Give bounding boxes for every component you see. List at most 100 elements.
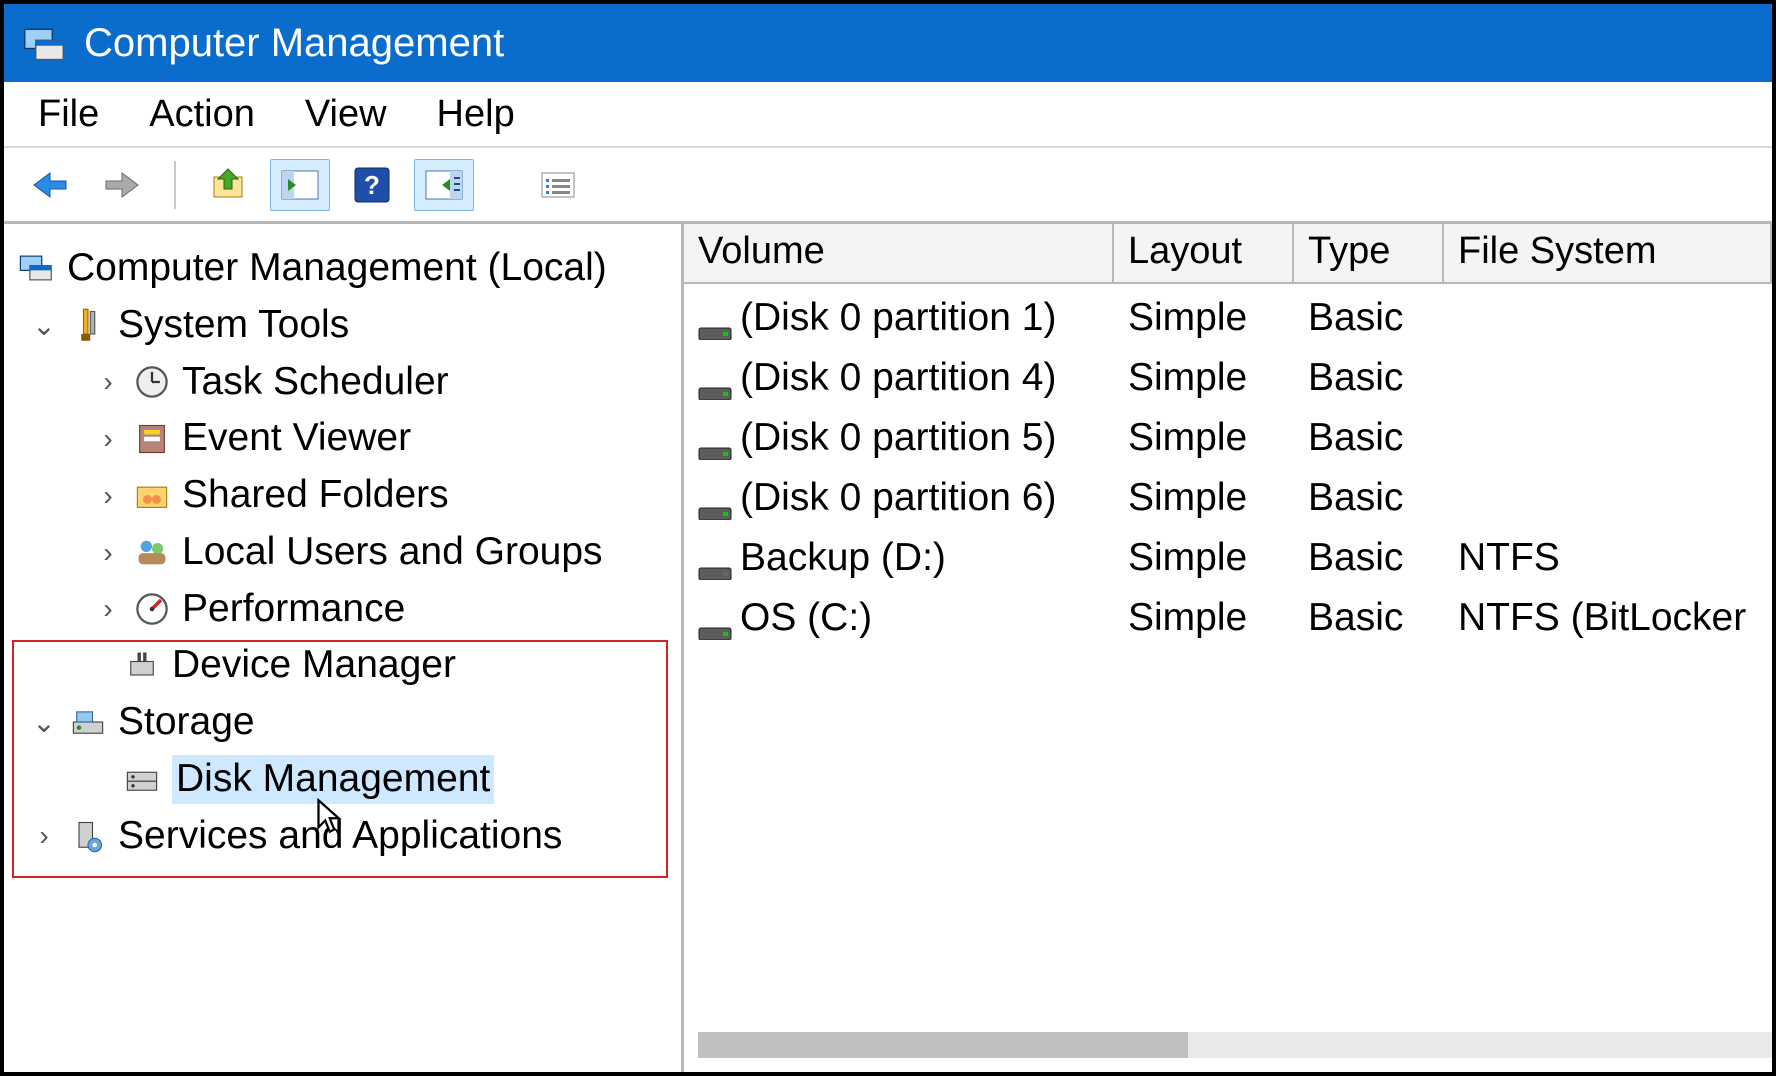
event-viewer-icon	[132, 419, 172, 459]
disk-icon	[698, 610, 732, 630]
volume-row[interactable]: (Disk 0 partition 5) SimpleBasic	[684, 408, 1772, 468]
tree-system-tools[interactable]: ⌄ System Tools	[12, 297, 681, 354]
col-filesystem[interactable]: File System	[1444, 224, 1772, 284]
titlebar[interactable]: Computer Management	[4, 4, 1772, 82]
scrollbar-thumb[interactable]	[698, 1032, 1188, 1058]
volume-type: Basic	[1294, 296, 1444, 340]
app-window: Computer Management File Action View Hel…	[0, 0, 1776, 1076]
forward-button[interactable]	[92, 159, 152, 211]
chevron-right-icon[interactable]: ›	[30, 818, 58, 853]
volume-name: (Disk 0 partition 4)	[740, 356, 1056, 399]
disk-management-icon	[122, 759, 162, 799]
properties-button[interactable]	[528, 159, 588, 211]
volume-row[interactable]: (Disk 0 partition 6) SimpleBasic	[684, 468, 1772, 528]
volumes-header: Volume Layout Type File System	[684, 224, 1772, 284]
volume-filesystem: NTFS (BitLocker	[1444, 596, 1772, 640]
toolbar-separator	[174, 161, 176, 209]
menubar: File Action View Help	[4, 82, 1772, 148]
volume-type: Basic	[1294, 536, 1444, 580]
back-button[interactable]	[20, 159, 80, 211]
device-manager-icon	[122, 646, 162, 686]
menu-help[interactable]: Help	[437, 93, 515, 136]
volume-layout: Simple	[1114, 536, 1294, 580]
volume-layout: Simple	[1114, 296, 1294, 340]
volume-type: Basic	[1294, 596, 1444, 640]
shared-folders-icon	[132, 475, 172, 515]
storage-icon	[68, 702, 108, 742]
tree-shared-folders[interactable]: › Shared Folders	[12, 467, 681, 524]
volume-type: Basic	[1294, 476, 1444, 520]
volume-row[interactable]: (Disk 0 partition 4) SimpleBasic	[684, 348, 1772, 408]
volume-layout: Simple	[1114, 476, 1294, 520]
services-icon	[68, 816, 108, 856]
tree-services-apps-label: Services and Applications	[118, 812, 562, 861]
disk-icon	[698, 370, 732, 390]
chevron-right-icon[interactable]: ›	[94, 364, 122, 399]
tree-system-tools-label: System Tools	[118, 301, 349, 350]
tree-local-users-label: Local Users and Groups	[182, 528, 603, 577]
tree-device-manager-label: Device Manager	[172, 641, 456, 690]
menu-file[interactable]: File	[38, 93, 99, 136]
volume-name: Backup (D:)	[740, 536, 946, 579]
tree-root-label: Computer Management (Local)	[67, 244, 607, 293]
tree-services-apps[interactable]: › Services and Applications	[12, 808, 681, 865]
volume-layout: Simple	[1114, 416, 1294, 460]
chevron-down-icon[interactable]: ⌄	[30, 705, 58, 740]
chevron-down-icon[interactable]: ⌄	[30, 308, 58, 343]
app-icon	[22, 21, 66, 65]
volume-name: (Disk 0 partition 6)	[740, 476, 1056, 519]
volume-row[interactable]: Backup (D:) SimpleBasicNTFS	[684, 528, 1772, 588]
chevron-right-icon[interactable]: ›	[94, 421, 122, 456]
volume-layout: Simple	[1114, 356, 1294, 400]
volumes-body[interactable]: (Disk 0 partition 1)SimpleBasic(Disk 0 p…	[684, 284, 1772, 1072]
show-hide-action-pane-button[interactable]	[414, 159, 474, 211]
col-type[interactable]: Type	[1294, 224, 1444, 284]
volume-name: (Disk 0 partition 5)	[740, 416, 1056, 459]
tree-device-manager[interactable]: Device Manager	[12, 637, 681, 694]
volume-row[interactable]: (Disk 0 partition 1) SimpleBasic	[684, 288, 1772, 348]
chevron-right-icon[interactable]: ›	[94, 591, 122, 626]
users-icon	[132, 532, 172, 572]
svg-text:?: ?	[364, 170, 380, 200]
tree-task-scheduler[interactable]: › Task Scheduler	[12, 354, 681, 411]
tree-event-viewer-label: Event Viewer	[182, 414, 411, 463]
disk-icon	[698, 430, 732, 450]
chevron-right-icon[interactable]: ›	[94, 478, 122, 513]
tree-pane[interactable]: Computer Management (Local) ⌄ System Too…	[4, 224, 684, 1072]
tree-performance-label: Performance	[182, 585, 405, 634]
volume-name: OS (C:)	[740, 596, 872, 639]
menu-action[interactable]: Action	[149, 93, 255, 136]
tree-disk-management[interactable]: Disk Management	[12, 751, 681, 808]
tree-performance[interactable]: › Performance	[12, 581, 681, 638]
computer-icon	[17, 248, 57, 288]
main-body: Computer Management (Local) ⌄ System Too…	[4, 224, 1772, 1072]
menu-view[interactable]: View	[305, 93, 387, 136]
tools-icon	[68, 305, 108, 345]
tree-disk-management-label: Disk Management	[172, 755, 494, 804]
up-button[interactable]	[198, 159, 258, 211]
tree-event-viewer[interactable]: › Event Viewer	[12, 410, 681, 467]
tree-root[interactable]: Computer Management (Local)	[12, 240, 681, 297]
chevron-right-icon[interactable]: ›	[94, 535, 122, 570]
tree-task-scheduler-label: Task Scheduler	[182, 358, 449, 407]
col-volume[interactable]: Volume	[684, 224, 1114, 284]
tree-shared-folders-label: Shared Folders	[182, 471, 449, 520]
toolbar: ?	[4, 148, 1772, 224]
help-button[interactable]: ?	[342, 159, 402, 211]
volumes-pane: Volume Layout Type File System (Disk 0 p…	[684, 224, 1772, 1072]
horizontal-scrollbar[interactable]	[698, 1032, 1772, 1058]
volume-type: Basic	[1294, 356, 1444, 400]
tree-local-users[interactable]: › Local Users and Groups	[12, 524, 681, 581]
tree-storage[interactable]: ⌄ Storage	[12, 694, 681, 751]
volume-type: Basic	[1294, 416, 1444, 460]
show-hide-tree-button[interactable]	[270, 159, 330, 211]
volume-filesystem: NTFS	[1444, 536, 1772, 580]
volume-name: (Disk 0 partition 1)	[740, 296, 1056, 339]
volume-layout: Simple	[1114, 596, 1294, 640]
volume-row[interactable]: OS (C:) SimpleBasicNTFS (BitLocker	[684, 588, 1772, 648]
disk-icon	[698, 310, 732, 330]
window-title: Computer Management	[84, 21, 504, 66]
col-layout[interactable]: Layout	[1114, 224, 1294, 284]
clock-icon	[132, 362, 172, 402]
disk-icon	[698, 490, 732, 510]
